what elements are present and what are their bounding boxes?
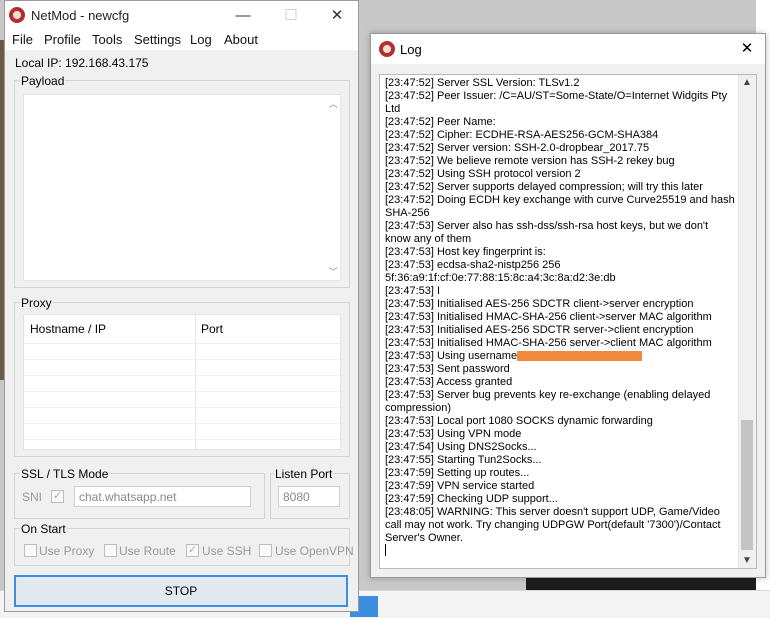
column-port[interactable]: Port (201, 322, 223, 336)
netmod-logo-icon (379, 41, 395, 57)
log-close-button[interactable]: ✕ (735, 38, 759, 60)
scroll-up-icon[interactable]: ▲ (742, 77, 752, 88)
sni-input[interactable]: chat.whatsapp.net (74, 486, 251, 507)
log-window-title: Log (400, 42, 422, 57)
local-ip-value: 192.168.43.175 (65, 56, 149, 70)
menu-profile[interactable]: Profile (44, 32, 81, 47)
ssl-tls-label: SSL / TLS Mode (20, 467, 110, 481)
log-text: [23:47:52] Server SSL Version: TLSv1.2 [… (385, 77, 735, 544)
title-bar: NetMod - newcfg — ☐ ✕ (5, 1, 358, 30)
local-ip: Local IP: 192.168.43.175 (15, 56, 148, 70)
log-window: Log ✕ [23:47:52] Server SSL Version: TLS… (370, 33, 766, 578)
use-ssh-checkbox[interactable]: ✓ (186, 544, 199, 557)
menu-bar: File Profile Tools Settings Log About (5, 30, 358, 50)
sni-checkbox[interactable]: ✓ (51, 490, 64, 503)
menu-log[interactable]: Log (190, 32, 212, 47)
netmod-window: NetMod - newcfg — ☐ ✕ File Profile Tools… (4, 0, 359, 612)
scroll-down-icon[interactable]: ﹀ (329, 265, 338, 278)
column-divider (195, 315, 196, 449)
column-hostname[interactable]: Hostname / IP (30, 322, 106, 336)
scroll-up-icon[interactable]: ︿ (329, 97, 338, 110)
menu-settings[interactable]: Settings (134, 32, 181, 47)
table-row[interactable] (24, 423, 340, 424)
use-proxy-label[interactable]: Use Proxy (39, 544, 94, 558)
maximize-button: ☐ (284, 7, 298, 24)
listen-port-label: Listen Port (274, 467, 334, 481)
use-openvpn-label[interactable]: Use OpenVPN (275, 544, 354, 558)
table-row[interactable] (24, 407, 340, 408)
table-row[interactable] (24, 375, 340, 376)
minimize-button[interactable]: — (220, 1, 266, 30)
background-window-edge (526, 576, 756, 590)
proxy-table[interactable]: Hostname / IP Port (23, 314, 341, 450)
redacted-username (517, 351, 642, 361)
netmod-logo-icon (9, 7, 25, 23)
scroll-down-icon[interactable]: ▼ (742, 555, 752, 566)
proxy-label: Proxy (20, 296, 53, 310)
table-row[interactable] (24, 439, 340, 440)
payload-textarea[interactable]: ︿ ﹀ (23, 94, 341, 281)
menu-tools[interactable]: Tools (92, 32, 122, 47)
payload-label: Payload (20, 74, 66, 88)
on-start-label: On Start (20, 522, 67, 536)
text-caret (385, 544, 386, 556)
window-title: NetMod - newcfg (31, 8, 130, 23)
listen-port-input[interactable]: 8080 (278, 486, 340, 507)
use-proxy-checkbox[interactable] (24, 544, 37, 557)
sni-label: SNI (22, 490, 43, 504)
menu-about[interactable]: About (224, 32, 258, 47)
table-row[interactable] (24, 359, 340, 360)
use-openvpn-checkbox[interactable] (259, 544, 272, 557)
log-textarea[interactable]: [23:47:52] Server SSL Version: TLSv1.2 [… (379, 74, 757, 569)
scrollbar-thumb[interactable] (741, 420, 753, 550)
use-route-checkbox[interactable] (104, 544, 117, 557)
header-divider (24, 343, 340, 344)
use-route-label[interactable]: Use Route (119, 544, 176, 558)
menu-file[interactable]: File (12, 32, 33, 47)
use-ssh-label[interactable]: Use SSH (202, 544, 251, 558)
table-row[interactable] (24, 391, 340, 392)
log-title-bar: Log ✕ (371, 34, 765, 64)
log-scrollbar[interactable]: ▲ ▼ (738, 75, 756, 568)
close-button[interactable]: ✕ (314, 1, 360, 30)
stop-button[interactable]: STOP (14, 575, 348, 607)
local-ip-label: Local IP: (15, 56, 62, 70)
